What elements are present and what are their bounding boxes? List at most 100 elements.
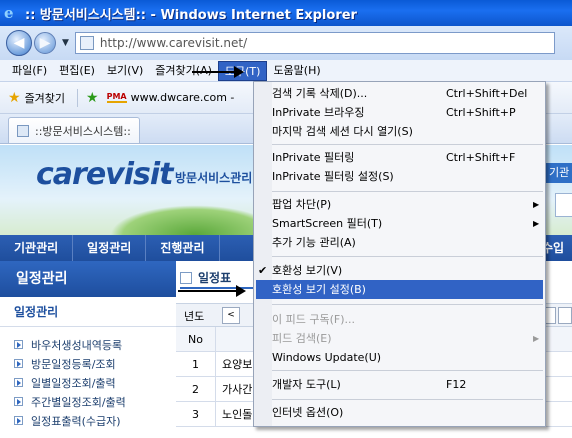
left-panel: 일정관리 일정관리 바우처생성내역등록 방문일정등록/조회 일별일정조회/출력 … bbox=[0, 261, 176, 438]
address-bar[interactable]: http://www.carevisit.net/ bbox=[74, 32, 555, 54]
right-button-2[interactable] bbox=[558, 307, 572, 324]
menu-item-feed-discovery[interactable]: 피드 검색(E) ▶ bbox=[256, 329, 543, 348]
left-menu-label: 주간별일정조회/출력 bbox=[31, 395, 126, 409]
menu-item-label: InPrivate 필터링 설정(S) bbox=[272, 170, 394, 183]
forward-button[interactable]: ▶ bbox=[34, 32, 56, 54]
left-panel-subheading[interactable]: 일정관리 bbox=[0, 297, 176, 327]
main-title: 일정표 bbox=[180, 269, 260, 289]
menu-item-label: 호환성 보기 설정(B) bbox=[272, 283, 366, 296]
nav-schedule[interactable]: 일정관리 bbox=[73, 235, 147, 261]
address-toolbar: ◀ ▶ ▼ http://www.carevisit.net/ bbox=[0, 26, 572, 60]
nav-progress[interactable]: 진행관리 bbox=[146, 235, 220, 261]
favorites-button[interactable]: 즐겨찾기 bbox=[25, 90, 65, 106]
left-menu-label: 바우처생성내역등록 bbox=[31, 338, 123, 352]
menu-item-internet-options[interactable]: 인터넷 옵션(O) bbox=[256, 403, 543, 422]
browser-tab[interactable]: ::방문서비스시스템:: bbox=[8, 117, 140, 143]
menu-file[interactable]: 파일(F) bbox=[6, 61, 53, 81]
row-name: 요양보 bbox=[222, 358, 253, 371]
main-title-text: 일정표 bbox=[198, 271, 232, 285]
nav-institution[interactable]: 기관관리 bbox=[0, 235, 74, 261]
menu-item-subscribe-feed[interactable]: 이 피드 구독(F)... bbox=[256, 310, 543, 329]
row-name: 가사간 bbox=[222, 383, 253, 396]
page-icon bbox=[79, 36, 94, 50]
menu-divider bbox=[272, 370, 543, 371]
header-no: No bbox=[176, 326, 216, 352]
menu-item-reopen-session[interactable]: 마지막 검색 세션 다시 열기(S) bbox=[256, 122, 543, 141]
menu-item-label: 팝업 차단(P) bbox=[272, 198, 332, 211]
left-menu-item[interactable]: 방문일정등록/조회 bbox=[14, 354, 176, 373]
left-panel-heading: 일정관리 bbox=[0, 261, 176, 297]
favorite-link-dwcare[interactable]: www.dwcare.com - bbox=[131, 91, 235, 104]
left-menu-label: 일별일정조회/출력 bbox=[31, 376, 116, 390]
tools-menu: 검색 기록 삭제(D)... Ctrl+Shift+Del InPrivate 브… bbox=[253, 81, 546, 427]
right-tab[interactable]: 기관 bbox=[546, 163, 572, 183]
menu-shortcut: Ctrl+Shift+Del bbox=[446, 87, 528, 100]
menu-divider bbox=[272, 256, 543, 257]
favorites-star-icon: ★ bbox=[8, 89, 21, 106]
menu-item-windows-update[interactable]: Windows Update(U) bbox=[256, 348, 543, 367]
bullet-icon bbox=[14, 416, 23, 425]
year-label: 년도 bbox=[184, 310, 205, 323]
prev-year-button[interactable]: < bbox=[222, 307, 240, 324]
menu-item-label: 개발자 도구(L) bbox=[272, 378, 341, 391]
left-menu-item[interactable]: 일정표출력(수급자) bbox=[14, 411, 176, 430]
menu-item-popup-blocker[interactable]: 팝업 차단(P) ▶ bbox=[256, 195, 543, 214]
menu-item-label: 마지막 검색 세션 다시 열기(S) bbox=[272, 125, 413, 138]
pma-site-icon: PMA bbox=[106, 92, 127, 103]
menu-item-compatibility-view-settings[interactable]: 호환성 보기 설정(B) bbox=[256, 280, 543, 299]
left-menu-item[interactable]: 주간별일정조회/출력 bbox=[14, 392, 176, 411]
menu-item-inprivate-browsing[interactable]: InPrivate 브라우징 Ctrl+Shift+P bbox=[256, 103, 543, 122]
right-box bbox=[555, 193, 572, 217]
title-bar: e :: 방문서비스시스템:: - Windows Internet Explo… bbox=[0, 0, 572, 26]
history-dropdown-icon[interactable]: ▼ bbox=[62, 38, 69, 48]
menu-divider bbox=[272, 191, 543, 192]
menu-divider bbox=[272, 399, 543, 400]
menu-item-developer-tools[interactable]: 개발자 도구(L) F12 bbox=[256, 375, 543, 394]
menu-item-manage-addons[interactable]: 추가 기능 관리(A) bbox=[256, 233, 543, 252]
left-menu-item[interactable]: 바우처생성내역등록 bbox=[14, 335, 176, 354]
menu-item-label: InPrivate 브라우징 bbox=[272, 106, 365, 119]
menu-item-compatibility-view[interactable]: ✔ 호환성 보기(V) bbox=[256, 261, 543, 280]
annotation-arrow-compat bbox=[178, 285, 246, 297]
left-menu-item[interactable]: 일별일정조회/출력 bbox=[14, 373, 176, 392]
menu-divider bbox=[272, 304, 543, 305]
bullet-icon bbox=[14, 397, 23, 406]
menu-item-label: 검색 기록 삭제(D)... bbox=[272, 87, 368, 100]
bullet-icon bbox=[14, 340, 23, 349]
menu-view[interactable]: 보기(V) bbox=[101, 61, 149, 81]
menu-item-label: Windows Update(U) bbox=[272, 351, 382, 364]
left-menu-list: 바우처생성내역등록 방문일정등록/조회 일별일정조회/출력 주간별일정조회/출력… bbox=[0, 327, 176, 430]
row-name: 노인돌 bbox=[222, 408, 253, 421]
menu-item-label: 이 피드 구독(F)... bbox=[272, 313, 355, 326]
row-no: 1 bbox=[176, 351, 216, 377]
menu-item-label: SmartScreen 필터(T) bbox=[272, 217, 383, 230]
menu-bar: 파일(F) 편집(E) 보기(V) 즐겨찾기(A) 도구(T) 도움말(H) bbox=[0, 60, 572, 82]
annotation-arrow-tools bbox=[192, 66, 244, 78]
tab-page-icon bbox=[17, 124, 29, 137]
menu-shortcut: Ctrl+Shift+P bbox=[446, 106, 516, 119]
row-no: 2 bbox=[176, 376, 216, 402]
menu-shortcut: F12 bbox=[446, 378, 467, 391]
back-button[interactable]: ◀ bbox=[6, 30, 32, 56]
check-icon: ✔ bbox=[258, 264, 268, 277]
menu-item-delete-history[interactable]: 검색 기록 삭제(D)... Ctrl+Shift+Del bbox=[256, 84, 543, 103]
address-url[interactable]: http://www.carevisit.net/ bbox=[100, 36, 247, 50]
bullet-icon bbox=[14, 359, 23, 368]
menu-item-label: InPrivate 필터링 bbox=[272, 151, 355, 164]
menu-item-inprivate-filtering[interactable]: InPrivate 필터링 Ctrl+Shift+F bbox=[256, 148, 543, 167]
ie-logo-icon: e bbox=[4, 4, 14, 22]
carevisit-logo[interactable]: carevisit bbox=[36, 157, 173, 192]
menu-help[interactable]: 도움말(H) bbox=[267, 61, 326, 81]
submenu-arrow-icon: ▶ bbox=[533, 219, 540, 228]
menu-item-label: 피드 검색(E) bbox=[272, 332, 332, 345]
favorites-separator bbox=[77, 88, 79, 107]
menu-item-smartscreen[interactable]: SmartScreen 필터(T) ▶ bbox=[256, 214, 543, 233]
left-menu-label: 방문일정등록/조회 bbox=[31, 357, 116, 371]
menu-item-label: 추가 기능 관리(A) bbox=[272, 236, 356, 249]
add-favorite-icon[interactable]: ★ bbox=[86, 90, 99, 106]
menu-shortcut: Ctrl+Shift+F bbox=[446, 151, 516, 164]
tab-label: ::방문서비스시스템:: bbox=[35, 124, 131, 138]
menu-item-label: 인터넷 옵션(O) bbox=[272, 406, 344, 419]
menu-item-inprivate-filter-settings[interactable]: InPrivate 필터링 설정(S) bbox=[256, 167, 543, 186]
menu-edit[interactable]: 편집(E) bbox=[53, 61, 101, 81]
